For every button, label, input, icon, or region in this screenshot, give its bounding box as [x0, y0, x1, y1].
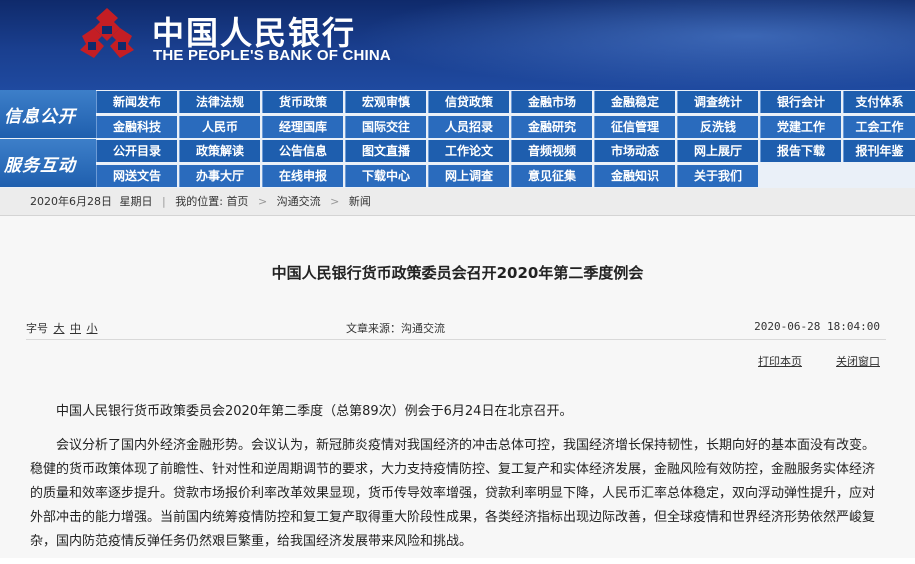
breadcrumb-separator: > [257, 195, 268, 208]
article-title: 中国人民银行货币政策委员会召开2020年第二季度例会 [271, 264, 644, 282]
article-tools: 打印本页 关闭窗口 [0, 353, 880, 371]
site-header: 中国人民银行 THE PEOPLE'S BANK OF CHINA [0, 0, 915, 90]
breadcrumb-home-link[interactable]: 首页 [226, 188, 248, 216]
breadcrumb-separator: > [330, 195, 340, 208]
nav-item[interactable]: 货币政策 [262, 91, 343, 113]
nav-item[interactable]: 公告信息 [262, 140, 343, 162]
breadcrumb-link-communication[interactable]: 沟通交流 [277, 188, 321, 216]
breadcrumb-link-news[interactable]: 新闻 [349, 188, 371, 216]
font-size-small-link[interactable]: 小 [87, 322, 98, 335]
nav-item[interactable]: 报告下载 [760, 140, 841, 162]
nav-item[interactable]: 经理国库 [262, 116, 343, 138]
close-window-link[interactable]: 关闭窗口 [836, 353, 880, 369]
font-size-medium-link[interactable]: 中 [70, 322, 81, 335]
nav-item[interactable]: 图文直播 [345, 140, 426, 162]
nav-item[interactable]: 金融市场 [511, 91, 592, 113]
nav-item[interactable]: 信贷政策 [428, 91, 509, 113]
header-glow [355, 0, 915, 90]
nav-item[interactable]: 人员招录 [428, 116, 509, 138]
font-size-label: 字号 [26, 322, 48, 335]
article-paragraph: 中国人民银行货币政策委员会2020年第二季度（总第89次）例会于6月24日在北京… [56, 404, 573, 419]
location-label: 我的位置: [175, 195, 223, 208]
nav-item[interactable]: 音频视频 [511, 140, 592, 162]
font-size-controls: 字号 大 中 小 [26, 320, 98, 336]
breadcrumb-divider: | [162, 195, 166, 208]
nav-item[interactable]: 网上展厅 [677, 140, 758, 162]
article-body: 中国人民银行货币政策委员会2020年第二季度（总第89次）例会于6月24日在北京… [30, 400, 884, 564]
nav-item[interactable]: 办事大厅 [179, 165, 260, 187]
article-paragraph: 会议分析了国内外经济金融形势。会议认为，新冠肺炎疫情对我国经济的冲击总体可控，我… [30, 438, 876, 549]
nav-item[interactable]: 金融稳定 [594, 91, 675, 113]
breadcrumb: 2020年6月28日 星期日 | 我的位置: 首页 > 沟通交流 > 新闻 [0, 188, 915, 216]
nav-item[interactable]: 政策解读 [179, 140, 260, 162]
nav-item[interactable]: 反洗钱 [677, 116, 758, 138]
nav-row-3: 公开目录 政策解读 公告信息 图文直播 工作论文 音频视频 市场动态 网上展厅 … [96, 139, 915, 163]
nav-item[interactable]: 市场动态 [594, 140, 675, 162]
section-label-service-interaction: 服务互动 [0, 139, 96, 187]
nav-item[interactable]: 国际交往 [345, 116, 426, 138]
current-date: 2020年6月28日 [30, 195, 112, 208]
nav-item[interactable]: 关于我们 [677, 165, 758, 187]
nav-item[interactable]: 金融科技 [96, 116, 177, 138]
nav-item[interactable]: 人民币 [179, 116, 260, 138]
nav-item[interactable]: 工作论文 [428, 140, 509, 162]
nav-item[interactable]: 新闻发布 [96, 91, 177, 113]
nav-item[interactable]: 金融知识 [594, 165, 675, 187]
nav-item[interactable]: 下载中心 [345, 165, 426, 187]
nav-item[interactable]: 工会工作 [843, 116, 915, 138]
nav-item[interactable]: 支付体系 [843, 91, 915, 113]
nav-item[interactable]: 报刊年鉴 [843, 140, 915, 162]
nav-item[interactable]: 调查统计 [677, 91, 758, 113]
main-navigation: 信息公开 服务互动 新闻发布 法律法规 货币政策 宏观审慎 信贷政策 金融市场 … [0, 90, 915, 188]
article-meta: 字号 大 中 小 文章来源：沟通交流 2020-06-28 18:04:00 [26, 318, 886, 340]
brand-english-name: THE PEOPLE'S BANK OF CHINA [153, 47, 391, 64]
nav-item[interactable]: 法律法规 [179, 91, 260, 113]
nav-row-2: 金融科技 人民币 经理国库 国际交往 人员招录 金融研究 征信管理 反洗钱 党建… [96, 115, 915, 139]
nav-row-4: 网送文告 办事大厅 在线申报 下载中心 网上调查 意见征集 金融知识 关于我们 [96, 164, 915, 188]
font-size-large-link[interactable]: 大 [54, 322, 65, 335]
nav-item[interactable]: 征信管理 [594, 116, 675, 138]
nav-item[interactable]: 党建工作 [760, 116, 841, 138]
nav-item[interactable]: 金融研究 [511, 116, 592, 138]
nav-item[interactable]: 宏观审慎 [345, 91, 426, 113]
nav-item[interactable]: 意见征集 [511, 165, 592, 187]
nav-item[interactable]: 公开目录 [96, 140, 177, 162]
nav-row-1: 新闻发布 法律法规 货币政策 宏观审慎 信贷政策 金融市场 金融稳定 调查统计 … [96, 90, 915, 114]
article-source: 文章来源：沟通交流 [346, 322, 445, 335]
nav-item[interactable]: 在线申报 [262, 165, 343, 187]
pboc-emblem-logo[interactable] [74, 6, 140, 72]
print-page-link[interactable]: 打印本页 [758, 353, 802, 369]
nav-item[interactable]: 网送文告 [96, 165, 177, 187]
nav-item[interactable]: 网上调查 [428, 165, 509, 187]
section-label-info-disclosure: 信息公开 [0, 90, 96, 138]
current-weekday: 星期日 [119, 195, 153, 208]
article-datetime: 2020-06-28 18:04:00 [754, 320, 880, 333]
nav-item[interactable]: 银行会计 [760, 91, 841, 113]
